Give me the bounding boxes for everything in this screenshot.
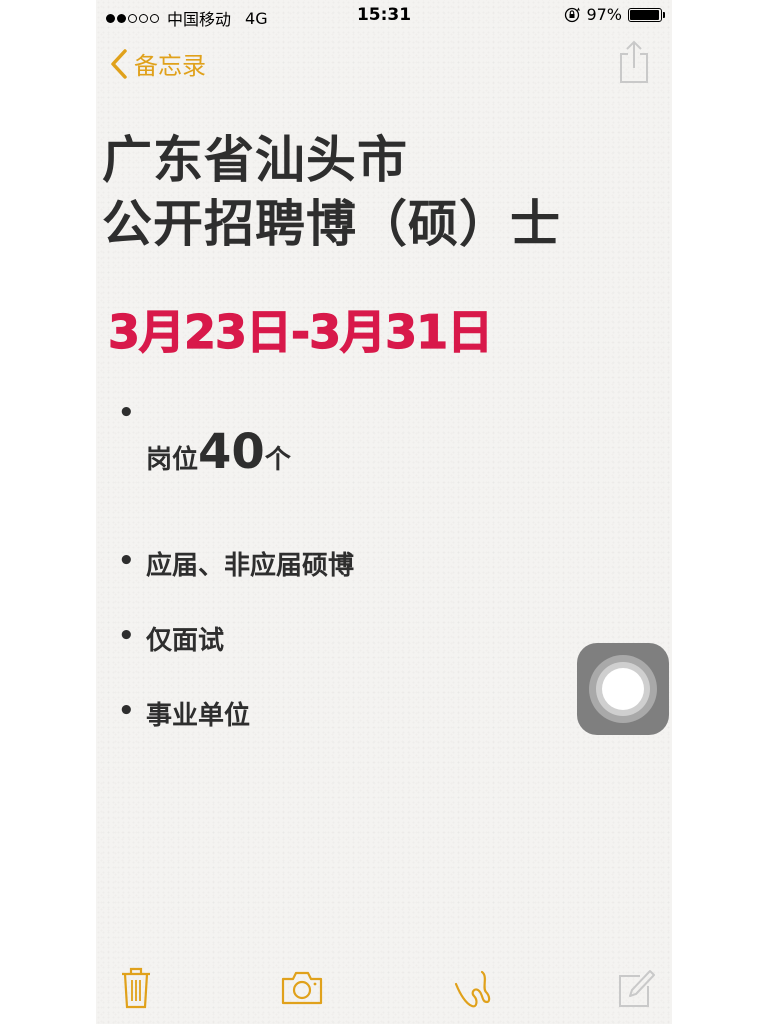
- positions-prefix: 岗位: [146, 445, 199, 475]
- back-label: 备忘录: [134, 52, 206, 80]
- title-line-2: 公开招聘博（硕）士: [102, 195, 561, 253]
- list-item-institution: 事业单位: [146, 701, 251, 731]
- back-button[interactable]: 备忘录: [110, 46, 206, 81]
- chevron-left-icon: [111, 48, 127, 79]
- sketch-button[interactable]: [452, 966, 492, 1014]
- sketch-icon: [454, 970, 491, 1008]
- date-range: 3月23日-3月31日: [107, 304, 493, 359]
- title-line-1: 广东省汕头市: [102, 131, 408, 189]
- trash-icon: [122, 967, 150, 1009]
- compose-button[interactable]: [616, 966, 656, 1014]
- compose-icon: [619, 970, 655, 1007]
- positions-suffix: 个: [264, 445, 291, 475]
- bullet-2: •: [118, 546, 135, 576]
- note-title: 广东省汕头市 公开招聘博（硕）士: [102, 128, 561, 256]
- list-item-positions: 岗位40个: [146, 424, 291, 480]
- list-item-interview: 仅面试: [146, 626, 225, 656]
- bullet-1: •: [118, 398, 135, 428]
- bullet-3: •: [118, 621, 135, 651]
- camera-button[interactable]: [280, 970, 324, 1010]
- status-right: 97%: [564, 5, 665, 24]
- assistive-touch-button[interactable]: [577, 643, 669, 735]
- positions-count: 40: [198, 424, 265, 480]
- delete-button[interactable]: [120, 966, 152, 1014]
- list-item-eligibility: 应届、非应届硕博: [146, 551, 355, 581]
- bullet-4: •: [118, 696, 135, 726]
- share-icon: [620, 40, 648, 83]
- orientation-lock-icon: [565, 7, 581, 22]
- battery-percent: 97%: [586, 5, 622, 24]
- share-button[interactable]: [618, 40, 650, 88]
- notes-screen: 中国移动 4G 15:31 97% 备忘录 广东省汕头市 公开招聘博（硕）士 3…: [96, 0, 672, 1024]
- camera-icon: [281, 971, 323, 1005]
- battery-icon: [628, 7, 665, 22]
- status-bar: 中国移动 4G 15:31 97%: [96, 0, 672, 32]
